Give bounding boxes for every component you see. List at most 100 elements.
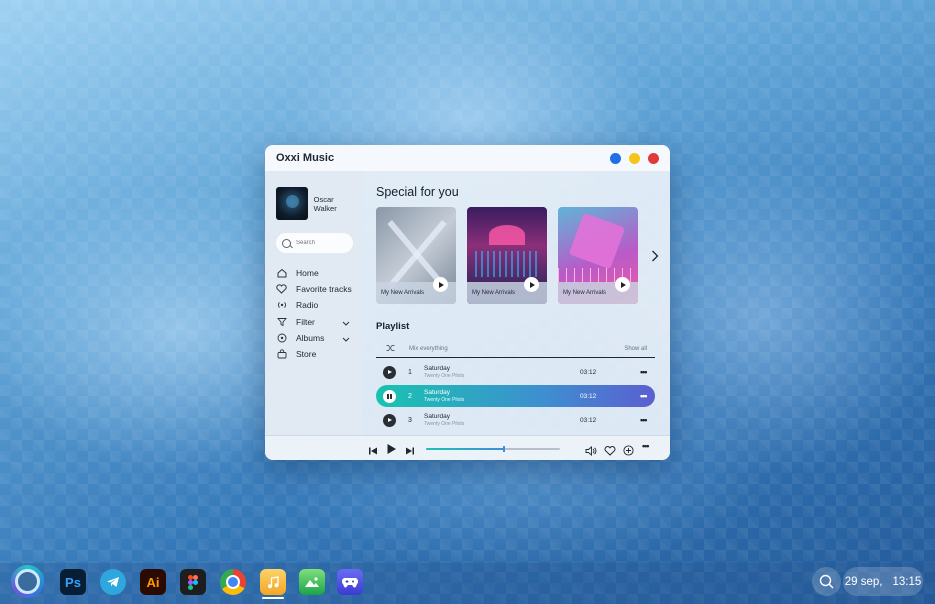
sidebar-item-label: Albums xyxy=(296,332,325,343)
search-box[interactable] xyxy=(276,233,353,253)
music-app-window: Oxxi Music Oscar Walker Home xyxy=(265,145,670,460)
track-artist: Twenty One Pilots xyxy=(424,373,465,379)
photoshop-icon[interactable]: Ps xyxy=(60,569,86,595)
game-icon[interactable] xyxy=(337,569,363,595)
music-icon[interactable] xyxy=(260,569,286,595)
table-row[interactable]: 3 Saturday Twenty One Pilots 03:12 ••• xyxy=(376,409,655,431)
album-card[interactable]: My New Arrivals xyxy=(376,207,456,304)
add-icon[interactable] xyxy=(623,443,634,460)
clock-date: 29 sep, xyxy=(844,575,883,588)
track-number: 2 xyxy=(408,392,412,400)
album-icon xyxy=(276,332,287,343)
track-artist: Twenty One Pilots xyxy=(424,397,465,403)
window-controls xyxy=(610,152,659,164)
pause-icon xyxy=(387,393,392,399)
search-input[interactable] xyxy=(296,240,346,246)
play-button[interactable] xyxy=(615,277,630,292)
track-duration: 03:12 xyxy=(580,368,597,376)
play-button[interactable] xyxy=(386,442,397,460)
heart-icon[interactable] xyxy=(604,443,616,460)
home-icon xyxy=(276,268,287,279)
play-icon xyxy=(388,370,392,374)
pause-button[interactable] xyxy=(383,389,396,403)
album-card[interactable]: My New Arrivals xyxy=(467,207,547,304)
progress-slider[interactable] xyxy=(426,446,560,452)
active-app-indicator xyxy=(262,597,284,599)
section-title-special: Special for you xyxy=(376,185,459,199)
store-icon xyxy=(276,349,287,360)
radio-icon xyxy=(276,300,287,311)
progress-handle[interactable] xyxy=(502,446,505,452)
filter-icon xyxy=(276,316,287,327)
album-card[interactable]: My New Arrivals xyxy=(558,207,638,304)
sidebar-item-label: Filter xyxy=(296,316,315,327)
play-icon xyxy=(529,281,535,288)
close-button[interactable] xyxy=(648,152,659,164)
telegram-icon[interactable] xyxy=(100,569,126,595)
sidebar: Oscar Walker Home Favorite tracks xyxy=(265,171,363,435)
sidebar-item-favorite-tracks[interactable]: Favorite tracks xyxy=(276,281,352,297)
sidebar-item-albums[interactable]: Albums xyxy=(276,330,352,346)
track-number: 1 xyxy=(408,368,412,376)
sidebar-item-label: Store xyxy=(296,349,317,360)
minimize-button[interactable] xyxy=(610,152,621,164)
start-icon[interactable] xyxy=(11,565,44,598)
track-duration: 03:12 xyxy=(580,416,597,424)
sidebar-item-home[interactable]: Home xyxy=(276,265,352,281)
chrome-icon[interactable] xyxy=(220,569,246,595)
chevron-right-icon[interactable] xyxy=(651,249,659,267)
play-icon xyxy=(438,281,444,288)
clock-time: 13:15 xyxy=(892,575,922,588)
shuffle-icon[interactable] xyxy=(386,344,395,354)
track-title: Saturday xyxy=(424,389,451,396)
track-title: Saturday xyxy=(424,413,451,420)
volume-icon[interactable] xyxy=(585,443,597,460)
section-title-playlist: Playlist xyxy=(376,321,410,332)
title-bar: Oxxi Music xyxy=(265,145,670,171)
table-row[interactable]: 1 Saturday Twenty One Pilots 03:12 ••• xyxy=(376,361,655,383)
play-button[interactable] xyxy=(383,365,396,379)
figma-icon[interactable] xyxy=(180,569,206,595)
maximize-button[interactable] xyxy=(629,152,640,164)
chevron-down-icon[interactable] xyxy=(342,334,350,344)
taskbar-search-button[interactable] xyxy=(812,567,841,596)
show-all-link[interactable]: Show all xyxy=(624,346,647,352)
avatar xyxy=(276,187,308,220)
more-options-icon[interactable]: ••• xyxy=(642,441,650,451)
illustrator-icon[interactable]: Ai xyxy=(140,569,166,595)
play-icon xyxy=(388,418,392,422)
playlist-header: Mix everything Show all xyxy=(376,341,655,358)
sidebar-item-label: Favorite tracks xyxy=(296,284,352,295)
track-title: Saturday xyxy=(424,365,451,372)
mix-everything-label[interactable]: Mix everything xyxy=(409,346,448,352)
next-button[interactable] xyxy=(405,443,415,460)
gallery-icon[interactable] xyxy=(299,569,325,595)
search-icon xyxy=(282,238,291,248)
special-cards: My New Arrivals My New Arrivals My New A… xyxy=(376,207,638,304)
play-button[interactable] xyxy=(524,277,539,292)
sidebar-nav: Home Favorite tracks Radio Filter Albums… xyxy=(276,265,352,362)
play-icon xyxy=(620,281,626,288)
table-row[interactable]: 2 Saturday Twenty One Pilots 03:12 ••• xyxy=(376,385,655,407)
chevron-down-icon[interactable] xyxy=(342,318,350,328)
previous-button[interactable] xyxy=(368,443,378,460)
more-options-icon[interactable]: ••• xyxy=(640,391,648,401)
track-duration: 03:12 xyxy=(580,392,597,400)
progress-fill xyxy=(426,448,504,450)
more-options-icon[interactable]: ••• xyxy=(640,367,648,377)
sidebar-item-label: Home xyxy=(296,268,319,279)
track-number: 3 xyxy=(408,416,412,424)
app-title: Oxxi Music xyxy=(276,152,335,164)
sidebar-item-label: Radio xyxy=(296,300,319,311)
player-bar: ••• xyxy=(265,435,670,460)
clock[interactable]: 29 sep, 13:15 xyxy=(843,567,923,596)
heart-icon xyxy=(276,284,287,295)
play-button[interactable] xyxy=(433,277,448,292)
play-button[interactable] xyxy=(383,413,396,427)
more-options-icon[interactable]: ••• xyxy=(640,415,648,425)
sidebar-item-filter[interactable]: Filter xyxy=(276,314,352,330)
track-artist: Twenty One Pilots xyxy=(424,421,465,427)
user-profile[interactable]: Oscar Walker xyxy=(276,187,352,220)
sidebar-item-radio[interactable]: Radio xyxy=(276,297,352,313)
sidebar-item-store[interactable]: Store xyxy=(276,346,352,362)
